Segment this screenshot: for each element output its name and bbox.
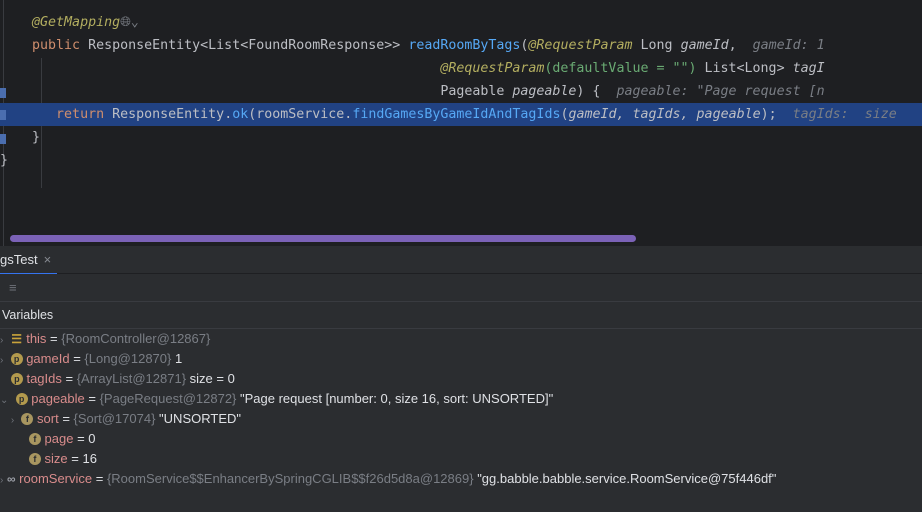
code-editor[interactable]: @GetMapping🌐︎⌄ public ResponseEntity<Lis…	[0, 0, 922, 246]
fold-marker-icon[interactable]	[0, 134, 6, 144]
parameter-icon: p	[15, 392, 28, 405]
variable-row-gameid[interactable]: › p gameId = {Long@12870} 1	[0, 349, 922, 369]
tab-debug-session[interactable]: gsTest ×	[0, 246, 58, 275]
variable-row-page[interactable]: f page = 0	[0, 429, 922, 449]
watch-reference-icon: ∞	[6, 471, 16, 486]
expand-arrow-icon[interactable]: ›	[11, 411, 14, 431]
code-line-return-current[interactable]: return ResponseEntity.ok(roomService.fin…	[0, 103, 922, 126]
fields-icon: ☰	[11, 331, 22, 346]
field-icon: f	[28, 432, 41, 445]
fold-marker-icon[interactable]	[0, 88, 6, 98]
field-icon: f	[28, 452, 41, 465]
expand-arrow-icon[interactable]: ›	[0, 351, 3, 371]
code-line-param3: Pageable pageable) { pageable: "Page req…	[440, 84, 825, 99]
execution-point-icon	[0, 110, 6, 120]
variables-panel-header: Variables	[0, 302, 922, 329]
tab-label: gsTest	[0, 252, 38, 267]
code-line-annotation: @GetMapping🌐︎⌄	[32, 15, 139, 30]
debug-tab-bar: gsTest ×	[0, 246, 922, 275]
horizontal-scrollbar[interactable]	[10, 235, 636, 242]
code-line-close-class: }	[0, 153, 9, 168]
field-icon: f	[21, 412, 34, 425]
code-line-param2: @RequestParam(defaultValue = "") List<Lo…	[440, 61, 825, 76]
expand-arrow-icon[interactable]: ›	[0, 471, 3, 491]
variable-row-this[interactable]: › ☰ this = {RoomController@12867}	[0, 329, 922, 349]
variable-row-pageable[interactable]: ⌄ p pageable = {PageRequest@12872} "Page…	[0, 389, 922, 409]
debug-toolbar: ≡	[0, 274, 922, 302]
code-line-close-method: }	[32, 130, 41, 145]
variable-row-size[interactable]: f size = 16	[0, 449, 922, 469]
variables-title: Variables	[2, 308, 54, 322]
close-icon[interactable]: ×	[44, 252, 52, 267]
layout-settings-icon[interactable]: ≡	[9, 280, 17, 295]
parameter-icon: p	[10, 372, 23, 385]
code-line-signature: public ResponseEntity<List<FoundRoomResp…	[32, 38, 825, 53]
expand-arrow-icon[interactable]: ›	[0, 331, 3, 351]
variable-row-roomservice[interactable]: › ∞ roomService = {RoomService$$Enhancer…	[0, 469, 922, 489]
globe-icon[interactable]: 🌐︎⌄	[120, 15, 139, 30]
parameter-icon: p	[10, 352, 23, 365]
variable-row-tagids[interactable]: p tagIds = {ArrayList@12871} size = 0	[0, 369, 922, 389]
chevron-down-icon[interactable]: ⌄	[0, 391, 8, 411]
variable-row-sort[interactable]: › f sort = {Sort@17074} "UNSORTED"	[0, 409, 922, 429]
